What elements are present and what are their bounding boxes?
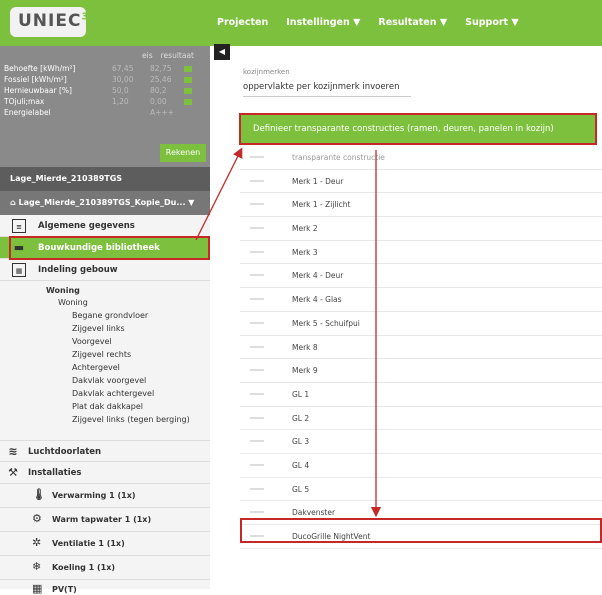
air-icon: ≋: [8, 445, 18, 458]
col-eis: eis: [142, 51, 153, 60]
table-row[interactable]: GL 5: [240, 478, 602, 502]
table-row[interactable]: GL 1: [240, 383, 602, 407]
main-nav: Projecten Instellingen ▼ Resultaten ▼ Su…: [217, 17, 519, 28]
menu-luchtdoorlaten[interactable]: ≋ Luchtdoorlaten: [0, 440, 210, 462]
drag-handle-icon[interactable]: [250, 440, 264, 443]
nav-support[interactable]: Support ▼: [465, 17, 519, 28]
table-row[interactable]: GL 3: [240, 430, 602, 454]
bricks-icon: ▬: [13, 241, 25, 254]
nav-resultaten[interactable]: Resultaten ▼: [378, 17, 447, 28]
inst-koeling[interactable]: ❄ Koeling 1 (1x): [0, 556, 210, 580]
table-row[interactable]: GL 4: [240, 454, 602, 478]
drag-handle-icon[interactable]: [250, 535, 264, 537]
inst-ventilatie[interactable]: ✲ Ventilatie 1 (1x): [0, 532, 210, 556]
table-row[interactable]: GL 2: [240, 407, 602, 431]
tree-zone[interactable]: Voorgevel: [72, 337, 112, 346]
tree-woning-sub[interactable]: Woning: [58, 298, 88, 307]
drag-handle-icon: [250, 156, 264, 158]
constructions-table: transparante constructie Merk 1 - Deur M…: [240, 146, 602, 549]
table-row[interactable]: Merk 1 - Deur: [240, 170, 602, 194]
chevron-down-icon: ▼: [188, 198, 195, 207]
table-row[interactable]: Merk 2: [240, 217, 602, 241]
tap-icon: ⚙: [32, 512, 42, 525]
drag-handle-icon[interactable]: [250, 250, 264, 253]
home-icon: ⌂: [10, 198, 16, 207]
drag-handle-icon[interactable]: [250, 416, 264, 419]
kozijnmerken-label: kozijnmerken: [243, 68, 290, 76]
snowflake-icon: ❄: [32, 560, 42, 573]
tree-zone[interactable]: Zijgevel links: [72, 324, 125, 333]
rekenen-button[interactable]: Rekenen: [160, 144, 206, 162]
nav-instellingen[interactable]: Instellingen ▼: [286, 17, 360, 28]
menu-algemene-gegevens[interactable]: ≡ Algemene gegevens: [0, 215, 210, 237]
drag-handle-icon[interactable]: [250, 392, 264, 395]
table-header: transparante constructie: [240, 146, 602, 170]
table-row[interactable]: Merk 1 - Zijlicht: [240, 193, 602, 218]
table-row[interactable]: Merk 9: [240, 359, 602, 383]
inst-verwarming[interactable]: 🌡 Verwarming 1 (1x): [0, 484, 210, 508]
tree-woning[interactable]: Woning: [46, 286, 80, 295]
tree-zone[interactable]: Begane grondvloer: [72, 311, 148, 320]
tree-zone[interactable]: Plat dak dakkapel: [72, 402, 143, 411]
table-row[interactable]: Dakvenster: [240, 501, 602, 525]
tree-zone[interactable]: Zijgevel rechts: [72, 350, 131, 359]
define-transparent-constructions-button[interactable]: Definieer transparante constructies (ram…: [239, 113, 597, 145]
menu-installaties[interactable]: ⚒ Installaties: [0, 462, 210, 484]
drag-handle-icon[interactable]: [250, 274, 264, 277]
variant-selector[interactable]: ⌂ Lage_Mierde_210389TGS_Kopie_Du... ▼: [0, 191, 210, 215]
drag-handle-icon[interactable]: [250, 227, 264, 230]
inst-pvt[interactable]: ▦ PV(T): [0, 578, 210, 595]
drag-handle-icon[interactable]: [250, 345, 264, 348]
drag-handle-icon[interactable]: [250, 321, 264, 324]
drag-handle-icon[interactable]: [250, 369, 264, 372]
menu-bouwkundige-bibliotheek[interactable]: ▬ Bouwkundige bibliotheek: [0, 237, 210, 259]
inst-warm-tapwater[interactable]: ⚙ Warm tapwater 1 (1x): [0, 508, 210, 532]
fan-icon: ✲: [32, 536, 42, 549]
col-resultaat: resultaat: [160, 51, 194, 60]
table-row[interactable]: Merk 4 - Glas: [240, 288, 602, 312]
drag-handle-icon[interactable]: [250, 179, 264, 182]
floorplan-icon: ▦: [12, 263, 26, 277]
uniec-logo[interactable]: UNIEC3: [10, 7, 88, 37]
table-row[interactable]: Merk 5 - Schuifpui: [240, 312, 602, 336]
drag-handle-icon[interactable]: [250, 511, 264, 514]
table-row[interactable]: Merk 3: [240, 241, 602, 265]
thermometer-icon: 🌡: [32, 488, 46, 501]
kozijnmerken-field[interactable]: oppervlakte per kozijnmerk invoeren: [243, 82, 411, 97]
drag-handle-icon[interactable]: [250, 463, 264, 466]
tree-zone[interactable]: Zijgevel links (tegen berging): [72, 415, 190, 424]
document-icon: ≡: [12, 219, 26, 233]
solar-panel-icon: ▦: [32, 582, 43, 595]
tree-zone[interactable]: Achtergevel: [72, 363, 120, 372]
project-name: Lage_Mierde_210389TGS: [0, 167, 210, 191]
drag-handle-icon[interactable]: [250, 487, 264, 490]
logo-area: UNIEC3: [0, 0, 210, 46]
tree-zone[interactable]: Dakvlak voorgevel: [72, 376, 146, 385]
table-row[interactable]: DucoGrille NightVent: [240, 525, 602, 549]
installation-icon: ⚒: [8, 466, 18, 479]
collapse-sidebar-icon[interactable]: ◀: [214, 44, 230, 60]
tree-zone[interactable]: Dakvlak achtergevel: [72, 389, 154, 398]
nav-projecten[interactable]: Projecten: [217, 17, 268, 28]
drag-handle-icon[interactable]: [250, 203, 264, 206]
menu-indeling-gebouw[interactable]: ▦ Indeling gebouw: [0, 259, 210, 281]
table-row[interactable]: Merk 8: [240, 336, 602, 360]
drag-handle-icon[interactable]: [250, 298, 264, 301]
table-row[interactable]: Merk 4 - Deur: [240, 264, 602, 289]
